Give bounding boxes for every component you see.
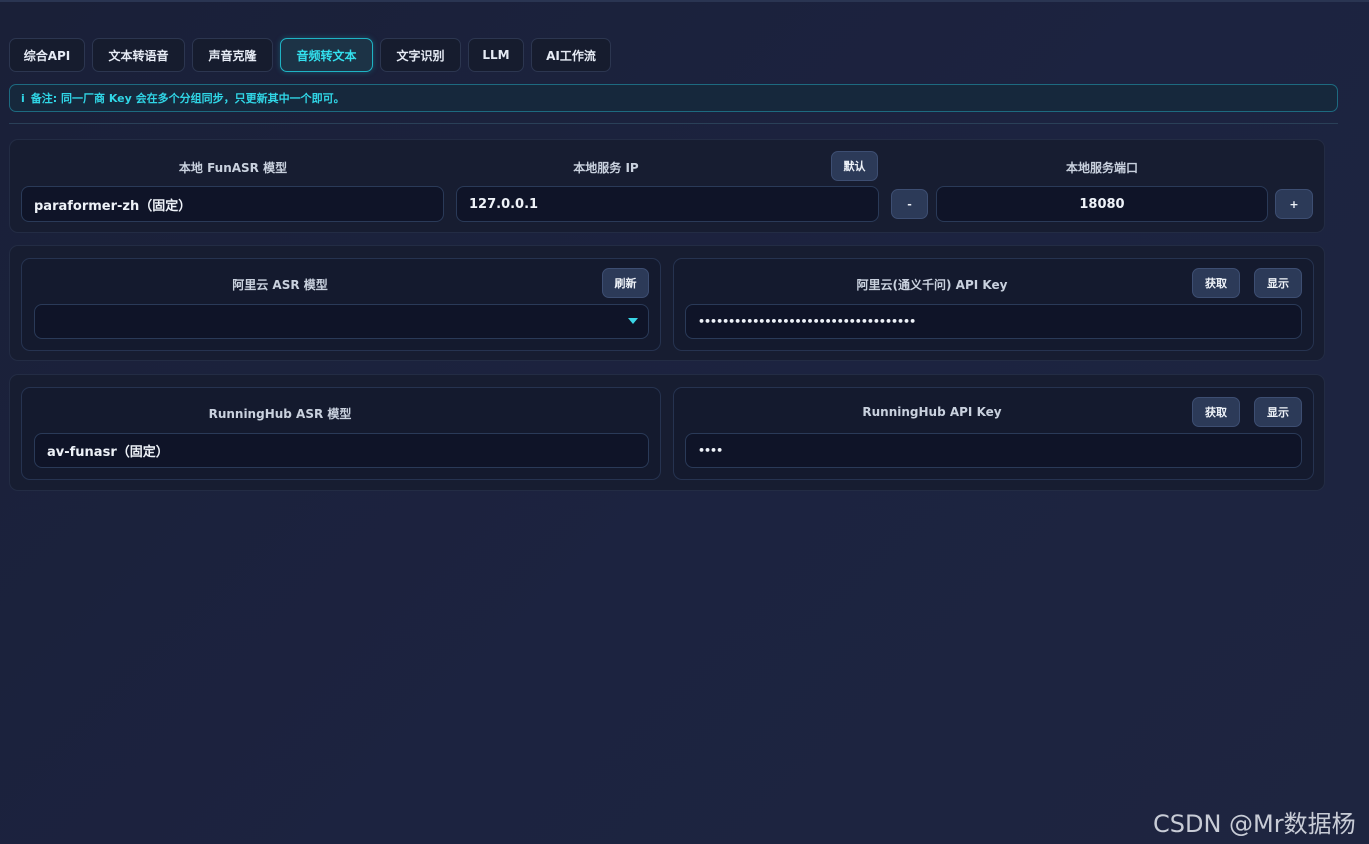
aliyun-show-key-button[interactable]: 显示 bbox=[1254, 268, 1302, 298]
tab-audio-to-text[interactable]: 音频转文本 bbox=[280, 38, 373, 72]
runninghub-model-card: RunningHub ASR 模型 av-funasr（固定） bbox=[21, 387, 661, 480]
aliyun-panel: 阿里云 ASR 模型 刷新 阿里云(通义千问) API Key 获取 显示 ••… bbox=[9, 245, 1325, 361]
runninghub-panel: RunningHub ASR 模型 av-funasr（固定） RunningH… bbox=[9, 374, 1325, 491]
aliyun-model-card: 阿里云 ASR 模型 刷新 bbox=[21, 258, 661, 351]
local-ip-label: 本地服务 IP bbox=[573, 161, 639, 175]
runninghub-model-field[interactable]: av-funasr（固定） bbox=[34, 433, 649, 468]
aliyun-key-label: 阿里云(通义千问) API Key bbox=[856, 278, 1008, 292]
local-model-label: 本地 FunASR 模型 bbox=[178, 161, 288, 175]
tab-voice-clone[interactable]: 声音克隆 bbox=[192, 38, 273, 72]
note-text: 备注: 同一厂商 Key 会在多个分组同步，只更新其中一个即可。 bbox=[30, 92, 345, 105]
refresh-button[interactable]: 刷新 bbox=[602, 268, 649, 298]
aliyun-key-card: 阿里云(通义千问) API Key 获取 显示 ••••••••••••••••… bbox=[673, 258, 1314, 351]
info-icon: i bbox=[21, 91, 25, 105]
local-port-label: 本地服务端口 bbox=[1065, 161, 1138, 175]
aliyun-get-key-button[interactable]: 获取 bbox=[1192, 268, 1240, 298]
aliyun-model-select[interactable] bbox=[34, 304, 649, 339]
local-port-input[interactable]: 18080 bbox=[936, 186, 1268, 222]
aliyun-model-label: 阿里云 ASR 模型 bbox=[232, 278, 328, 292]
port-decrement-button[interactable]: - bbox=[891, 189, 928, 219]
tab-llm[interactable]: LLM bbox=[468, 38, 524, 72]
runninghub-show-key-button[interactable]: 显示 bbox=[1254, 397, 1302, 427]
runninghub-model-label: RunningHub ASR 模型 bbox=[208, 407, 352, 421]
local-ip-input[interactable]: 127.0.0.1 bbox=[456, 186, 879, 222]
sync-note-banner: i 备注: 同一厂商 Key 会在多个分组同步，只更新其中一个即可。 bbox=[9, 84, 1338, 112]
local-funasr-panel: 本地 FunASR 模型 paraformer-zh（固定） 本地服务 IP 默… bbox=[9, 139, 1325, 233]
runninghub-key-card: RunningHub API Key 获取 显示 •••• bbox=[673, 387, 1314, 480]
local-model-field[interactable]: paraformer-zh（固定） bbox=[21, 186, 444, 222]
runninghub-key-input[interactable]: •••• bbox=[685, 433, 1302, 468]
window-top-border bbox=[0, 0, 1369, 2]
tab-text-to-speech[interactable]: 文本转语音 bbox=[92, 38, 185, 72]
runninghub-get-key-button[interactable]: 获取 bbox=[1192, 397, 1240, 427]
tab-ai-workflow[interactable]: AI工作流 bbox=[531, 38, 611, 72]
chevron-down-icon bbox=[628, 318, 638, 324]
tab-ocr[interactable]: 文字识别 bbox=[380, 38, 461, 72]
port-increment-button[interactable]: + bbox=[1275, 189, 1313, 219]
runninghub-key-label: RunningHub API Key bbox=[862, 405, 1002, 419]
section-divider bbox=[9, 123, 1338, 124]
watermark-text: CSDN @Mr数据杨 bbox=[1153, 810, 1356, 838]
default-ip-button[interactable]: 默认 bbox=[831, 151, 878, 181]
tab-general-api[interactable]: 综合API bbox=[9, 38, 85, 72]
aliyun-key-input[interactable]: •••••••••••••••••••••••••••••••••••• bbox=[685, 304, 1302, 339]
